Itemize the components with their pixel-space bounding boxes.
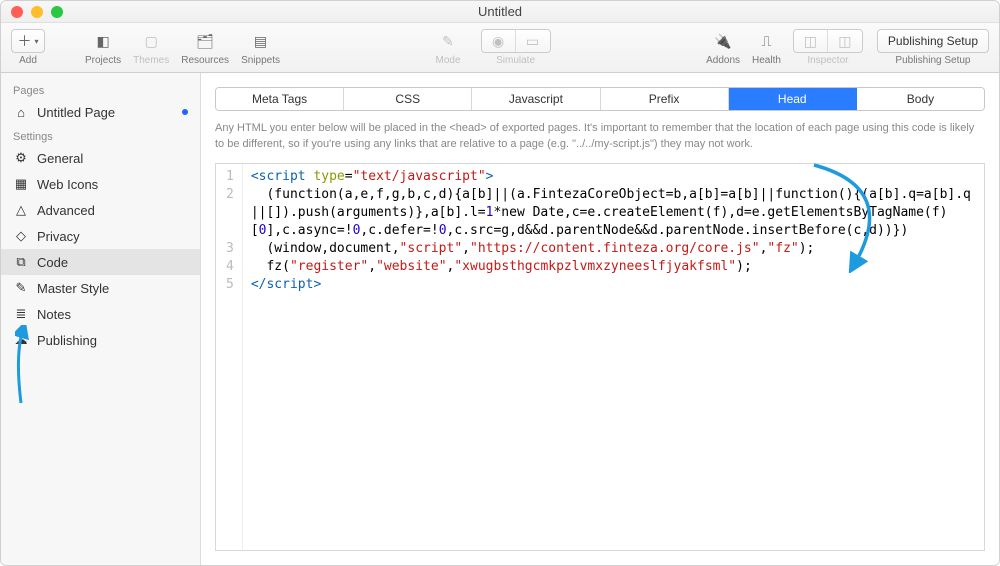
image-icon: ▦ xyxy=(13,176,29,192)
notes-icon: ≣ xyxy=(13,306,29,322)
tab-meta-tags[interactable]: Meta Tags xyxy=(216,88,344,110)
toolbar: ＋▾ Add ◧ Projects ▢ Themes 🗂 Resources ▤… xyxy=(1,23,999,73)
projects-icon: ◧ xyxy=(96,33,109,50)
main-panel: Meta Tags CSS Javascript Prefix Head Bod… xyxy=(201,73,999,565)
snippets-icon: ▤ xyxy=(254,33,267,50)
toolbar-addons[interactable]: 🔌 Addons xyxy=(706,29,740,66)
sidebar-item-notes[interactable]: ≣Notes xyxy=(1,301,200,327)
sidebar-item-privacy[interactable]: ◇Privacy xyxy=(1,223,200,249)
wand-icon: ✎ xyxy=(13,280,29,296)
toolbar-publishing-setup[interactable]: Publishing Setup Publishing Setup xyxy=(877,29,989,66)
sidebar: Pages ⌂ Untitled Page Settings ⚙General … xyxy=(1,73,201,565)
sidebar-item-master-style[interactable]: ✎Master Style xyxy=(1,275,200,301)
themes-icon: ▢ xyxy=(145,33,158,50)
gear-icon: ⚙ xyxy=(13,150,29,166)
minimize-window-button[interactable] xyxy=(31,6,43,18)
tab-css[interactable]: CSS xyxy=(344,88,472,110)
sidebar-item-publishing[interactable]: ☁Publishing xyxy=(1,327,200,353)
toolbar-inspector[interactable]: ◫ ◫ Inspector xyxy=(793,29,863,66)
eye-icon: ◉ xyxy=(492,33,504,50)
code-icon: ⧉ xyxy=(13,254,29,270)
tab-head[interactable]: Head xyxy=(729,88,857,110)
tab-description: Any HTML you enter below will be placed … xyxy=(215,121,985,153)
close-window-button[interactable] xyxy=(11,6,23,18)
sidebar-page-item[interactable]: ⌂ Untitled Page xyxy=(1,99,200,125)
maximize-window-button[interactable] xyxy=(51,6,63,18)
traffic-lights xyxy=(11,6,63,18)
titlebar: Untitled xyxy=(1,1,999,23)
home-icon: ⌂ xyxy=(13,104,29,120)
toolbar-simulate[interactable]: ◉ ▭ Simulate xyxy=(481,29,551,66)
code-editor[interactable]: 1 2 3 4 5 <script type="text/javascript"… xyxy=(215,163,985,551)
toolbar-projects[interactable]: ◧ Projects xyxy=(85,29,121,66)
sidebar-section-settings: Settings xyxy=(1,125,200,145)
plug-icon: 🔌 xyxy=(714,33,731,50)
toolbar-themes[interactable]: ▢ Themes xyxy=(133,29,169,66)
sidebar-item-general[interactable]: ⚙General xyxy=(1,145,200,171)
device-icon: ▭ xyxy=(526,33,539,50)
window-title: Untitled xyxy=(1,4,999,19)
cloud-icon: ☁ xyxy=(13,332,29,348)
resources-icon: 🗂 xyxy=(196,33,214,50)
heart-pulse-icon: ⎍ xyxy=(762,33,772,50)
app-window: Untitled ＋▾ Add ◧ Projects ▢ Themes 🗂 Re… xyxy=(0,0,1000,566)
panel-left-icon: ◫ xyxy=(804,33,817,50)
sidebar-section-pages: Pages xyxy=(1,79,200,99)
content: Pages ⌂ Untitled Page Settings ⚙General … xyxy=(1,73,999,565)
toolbar-resources[interactable]: 🗂 Resources xyxy=(181,29,229,66)
plus-icon: ＋ xyxy=(17,31,31,51)
pencil-icon: ✎ xyxy=(442,33,454,50)
toolbar-add[interactable]: ＋▾ Add xyxy=(11,29,45,66)
line-gutter: 1 2 3 4 5 xyxy=(216,164,243,550)
code-tabs: Meta Tags CSS Javascript Prefix Head Bod… xyxy=(215,87,985,111)
sidebar-item-advanced[interactable]: △Advanced xyxy=(1,197,200,223)
panel-right-icon: ◫ xyxy=(838,33,851,50)
modified-dot-icon xyxy=(182,109,188,115)
sidebar-item-code[interactable]: ⧉Code xyxy=(1,249,200,275)
shield-icon: ◇ xyxy=(13,228,29,244)
toolbar-health[interactable]: ⎍ Health xyxy=(752,29,781,66)
sidebar-item-web-icons[interactable]: ▦Web Icons xyxy=(1,171,200,197)
tab-prefix[interactable]: Prefix xyxy=(601,88,729,110)
tab-body[interactable]: Body xyxy=(857,88,984,110)
toolbar-mode[interactable]: ✎ Mode xyxy=(436,29,461,66)
chevron-down-icon: ▾ xyxy=(34,37,38,46)
tab-javascript[interactable]: Javascript xyxy=(472,88,600,110)
toolbar-snippets[interactable]: ▤ Snippets xyxy=(241,29,280,66)
code-content[interactable]: <script type="text/javascript"> (functio… xyxy=(243,164,984,550)
triangle-icon: △ xyxy=(13,202,29,218)
